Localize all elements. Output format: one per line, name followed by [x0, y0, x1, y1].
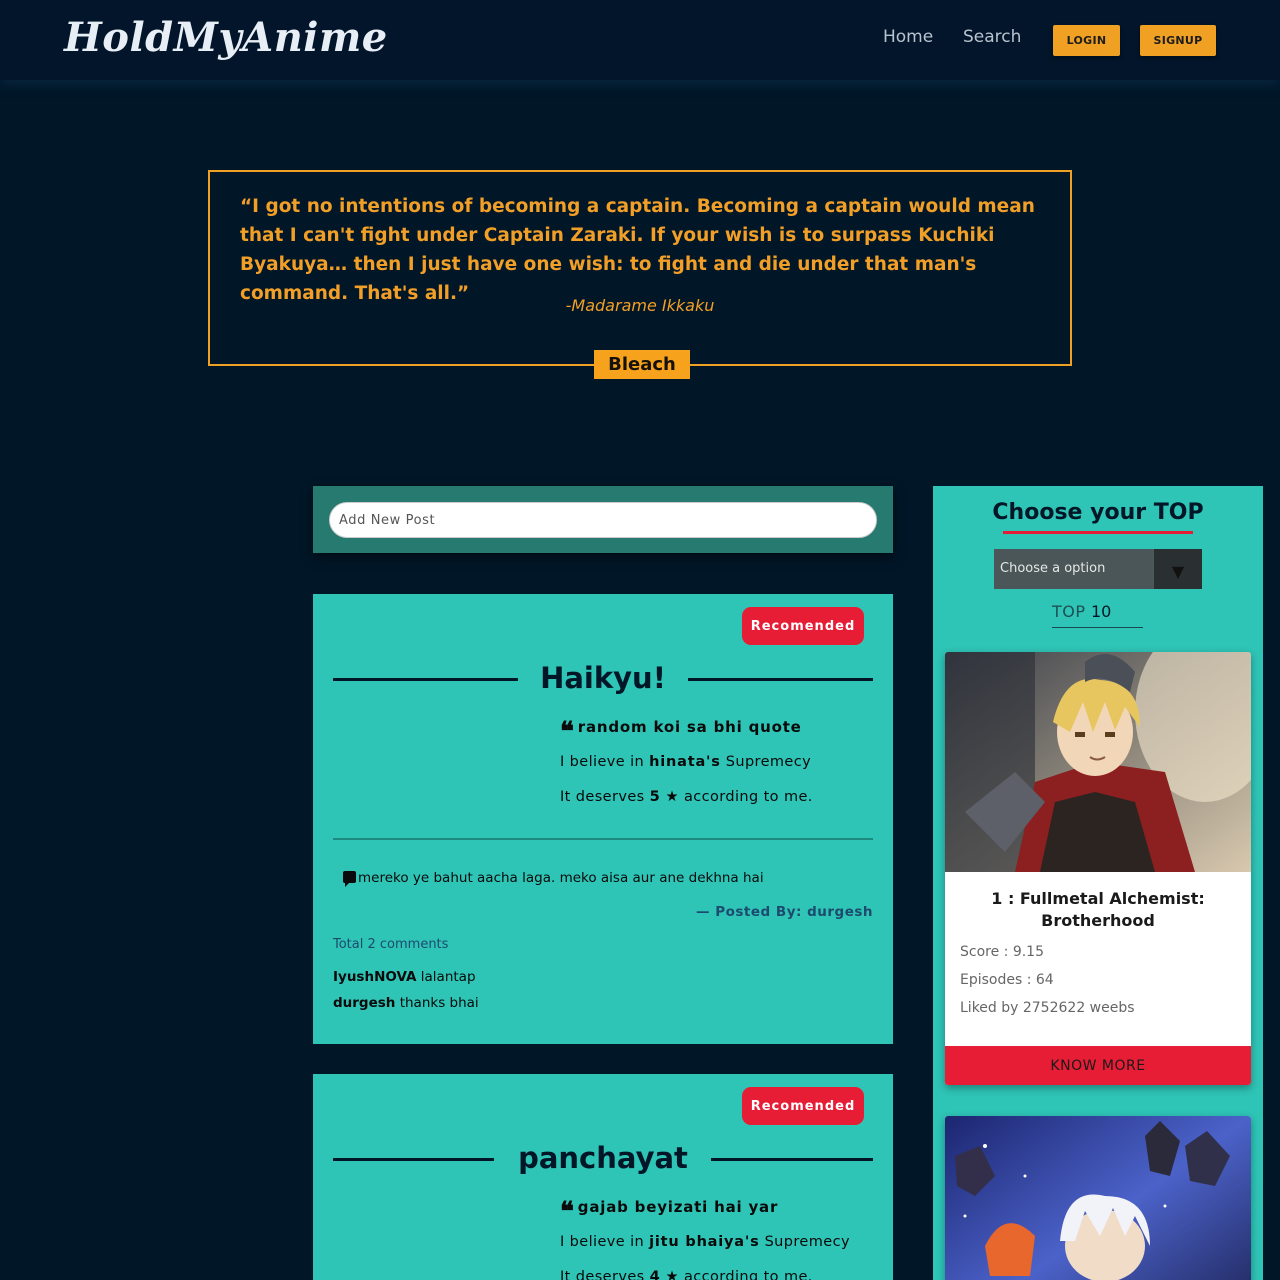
deserves-suffix: according to me.	[683, 789, 813, 805]
recommended-badge: Recomended	[742, 1087, 864, 1125]
post-title-row: Haikyu!	[333, 656, 873, 700]
post-title: Haikyu!	[540, 661, 666, 695]
post-rating-line: It deserves 4 ★ according to me.	[560, 1269, 813, 1280]
anime-card: 1 : Fullmetal Alchemist: Brotherhood Sco…	[945, 652, 1251, 1085]
believe-suffix: Supremecy	[725, 754, 812, 770]
top-input-underline	[1052, 627, 1143, 628]
nav-search-link[interactable]: Search	[963, 27, 1021, 47]
post-review: mereko ye bahut aacha laga. meko aisa au…	[343, 870, 764, 887]
top-label: TOP	[1052, 602, 1086, 621]
featured-quote: “I got no intentions of becoming a capta…	[208, 170, 1072, 379]
anime-score: Score : 9.15	[960, 944, 1044, 960]
total-comments[interactable]: Total 2 comments	[333, 937, 448, 952]
star-icon: ★	[665, 1269, 679, 1280]
post-rating-line: It deserves 5 ★ according to me.	[560, 789, 813, 805]
quote-anime-tag: Bleach	[594, 350, 690, 379]
chevron-down-icon[interactable]: ▼	[1154, 549, 1202, 589]
anime-card	[945, 1116, 1251, 1280]
deserves-prefix: It deserves	[560, 1269, 645, 1280]
rating-value: 4	[649, 1269, 661, 1280]
quote-icon: ❝	[560, 717, 575, 747]
anime-likes: Liked by 2752622 weebs	[960, 1000, 1135, 1016]
quote-icon: ❝	[560, 1197, 575, 1227]
navbar: HoldMyAnime Home Search LOGIN SIGNUP	[0, 0, 1280, 80]
top-anime-sidebar: Choose your TOP Choose a option ▼ TOP 10	[933, 486, 1263, 1280]
post-card: Recomended panchayat ❝ gajab beyizati ha…	[313, 1074, 893, 1280]
comment-text: lalantap	[420, 969, 476, 985]
comment-item: durgesh thanks bhai	[333, 995, 479, 1011]
post-believe-line: I believe in jitu bhaiya's Supremecy	[560, 1234, 850, 1250]
rating-value: 5	[649, 789, 661, 805]
deserves-suffix: according to me.	[683, 1269, 813, 1280]
believe-suffix: Supremecy	[764, 1234, 850, 1250]
post-quote-text: random koi sa bhi quote	[577, 718, 802, 736]
login-button[interactable]: LOGIN	[1053, 25, 1120, 56]
believe-name: hinata's	[649, 754, 721, 770]
site-logo[interactable]: HoldMyAnime	[64, 14, 388, 61]
anime-title: 1 : Fullmetal Alchemist: Brotherhood	[991, 889, 1205, 930]
anime-episodes: Episodes : 64	[960, 972, 1054, 988]
select-placeholder: Choose a option	[1000, 561, 1106, 576]
comment-quote-icon	[343, 871, 356, 887]
quote-text: “I got no intentions of becoming a capta…	[240, 196, 1035, 304]
signup-button[interactable]: SIGNUP	[1140, 25, 1216, 56]
sidebar-title-underline	[1003, 531, 1193, 534]
add-post-panel	[313, 486, 893, 553]
review-text: mereko ye bahut aacha laga. meko aisa au…	[358, 870, 764, 886]
posted-by: — Posted By: durgesh	[696, 904, 873, 920]
sidebar-title: Choose your TOP	[992, 500, 1204, 525]
believe-prefix: I believe in	[560, 754, 645, 770]
post-quote: ❝ random koi sa bhi quote	[560, 717, 802, 747]
top-count-input[interactable]: 10	[1091, 602, 1111, 621]
post-card: Recomended Haikyu! ❝ random koi sa bhi q…	[313, 594, 893, 1044]
believe-prefix: I believe in	[560, 1234, 645, 1250]
comment-user: IyushNOVA	[333, 969, 417, 985]
nav-home-link[interactable]: Home	[883, 27, 933, 47]
quote-author: -Madarame Ikkaku	[565, 296, 715, 315]
recommended-badge: Recomended	[742, 607, 864, 645]
top-option-select[interactable]: Choose a option ▼	[994, 549, 1202, 589]
post-title: panchayat	[518, 1141, 688, 1175]
post-divider	[333, 838, 873, 840]
know-more-button[interactable]: KNOW MORE	[945, 1046, 1251, 1085]
post-title-row: panchayat	[333, 1136, 873, 1180]
believe-name: jitu bhaiya's	[649, 1234, 760, 1250]
deserves-prefix: It deserves	[560, 789, 645, 805]
comment-item: IyushNOVA lalantap	[333, 969, 476, 985]
add-post-input[interactable]	[329, 502, 877, 538]
post-quote: ❝ gajab beyizati hai yar	[560, 1197, 779, 1227]
anime-cover-image	[945, 652, 1251, 872]
comment-text: thanks bhai	[399, 995, 479, 1011]
star-icon: ★	[665, 789, 679, 805]
comment-user: durgesh	[333, 995, 396, 1011]
post-quote-text: gajab beyizati hai yar	[577, 1198, 779, 1216]
post-believe-line: I believe in hinata's Supremecy	[560, 754, 811, 770]
anime-cover-image	[945, 1116, 1251, 1280]
